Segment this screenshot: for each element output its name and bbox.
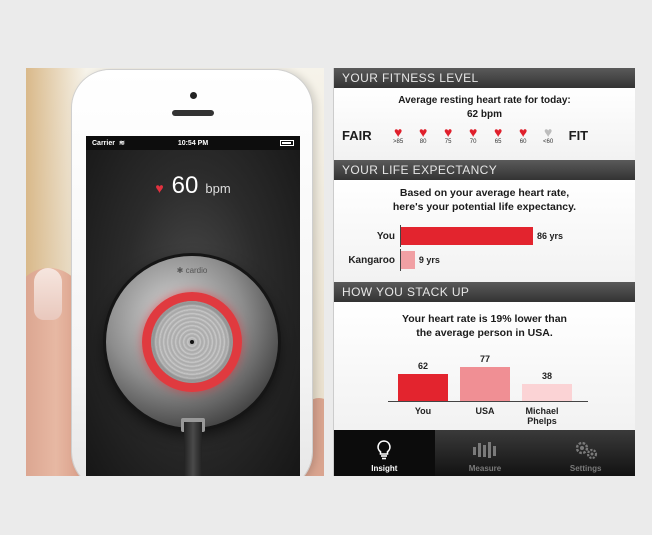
heart-scale-label: 60	[519, 139, 527, 145]
center-dot	[190, 340, 194, 344]
stack-bar-label: You	[414, 406, 432, 416]
tab-label: Settings	[569, 464, 602, 473]
life-bar-value: 9 yrs	[418, 255, 440, 265]
heart-icon: ♥	[155, 180, 164, 196]
fitness-line1: Average resting heart rate for today:	[398, 95, 571, 106]
heart-scale-label: <60	[543, 139, 554, 145]
heart-icon: ♥	[543, 124, 553, 140]
life-bar-track: 9 yrs	[400, 249, 600, 271]
fair-label: FAIR	[342, 127, 372, 143]
app-screen: YOUR FITNESS LEVEL Average resting heart…	[333, 68, 635, 476]
fitness-header: YOUR FITNESS LEVEL	[334, 68, 635, 88]
stack-bar	[460, 367, 510, 401]
life-bar-row: Kangaroo 9 yrs	[334, 248, 635, 272]
heart-scale-label: >85	[393, 139, 404, 145]
life-bar	[401, 227, 533, 245]
heart-scale-label: 70	[469, 139, 477, 145]
heart-scale-label: 65	[494, 139, 502, 145]
earpiece-speaker	[172, 110, 214, 116]
stethoscope-button[interactable]: ✱ cardio	[106, 256, 278, 428]
stack-line1: Your heart rate is 19% lower than	[402, 313, 567, 325]
life-bar-label: You	[376, 230, 395, 242]
life-line1: Based on your average heart rate,	[399, 187, 570, 199]
stack-bar-chart: 62 77 38	[388, 354, 588, 402]
heart-scale-item: ♥ 80	[411, 125, 436, 145]
thumb-nail	[34, 268, 62, 320]
heart-icon: ♥	[443, 124, 453, 140]
life-bar-chart: You 86 yrs Kangaroo 9 yrs	[334, 224, 635, 272]
heartbeat-icon	[470, 438, 500, 462]
heart-scale-item: ♥ 70	[461, 125, 486, 145]
stack-bar-value: 77	[479, 354, 490, 364]
phone-screen: Carrier ≋ 10:54 PM ♥ 60 bpm ✱ cardio	[86, 136, 300, 476]
heart-icon: ♥	[393, 124, 403, 140]
phone-photo: Carrier ≋ 10:54 PM ♥ 60 bpm ✱ cardio	[26, 68, 324, 476]
status-time: 10:54 PM	[177, 139, 209, 147]
stack-line2: the average person in USA.	[416, 327, 553, 339]
stethoscope-stem	[184, 422, 202, 476]
lightbulb-icon	[374, 438, 394, 462]
life-bar-row: You 86 yrs	[334, 224, 635, 248]
tab-insight[interactable]: Insight	[334, 430, 435, 476]
gear-icon	[573, 438, 599, 462]
heart-scale-item: ♥ 60	[511, 125, 536, 145]
stack-header: HOW YOU STACK UP	[334, 282, 635, 302]
heart-scale-item: ♥ 75	[436, 125, 461, 145]
heart-icon: ♥	[493, 124, 503, 140]
life-line2: here's your potential life expectancy.	[392, 201, 577, 213]
heart-scale-item: ♥ <60	[536, 125, 561, 145]
stack-section: Your heart rate is 19% lower than the av…	[334, 302, 635, 430]
wifi-icon: ≋	[118, 140, 125, 147]
life-bar-track: 86 yrs	[400, 225, 600, 247]
tab-label: Insight	[371, 464, 398, 473]
life-header: YOUR LIFE EXPECTANCY	[334, 160, 635, 180]
iphone: Carrier ≋ 10:54 PM ♥ 60 bpm ✱ cardio	[72, 70, 312, 476]
heart-icon: ♥	[468, 124, 478, 140]
tab-label: Measure	[468, 464, 502, 473]
heart-scale-item: ♥ >85	[386, 125, 411, 145]
front-camera	[190, 92, 197, 99]
stack-bar-value: 38	[541, 371, 552, 381]
brand-label: ✱ cardio	[176, 266, 208, 275]
life-bar-label: Kangaroo	[348, 254, 395, 266]
stack-bar	[398, 374, 448, 401]
heart-icon: ♥	[418, 124, 428, 140]
stack-bar	[522, 384, 572, 401]
tab-measure[interactable]: Measure	[435, 430, 536, 476]
stack-bar-value: 62	[417, 361, 428, 371]
life-bar	[401, 251, 415, 269]
life-section: Based on your average heart rate, here's…	[334, 180, 635, 282]
fit-label: FIT	[568, 127, 589, 143]
stack-bar-label: Michael Phelps	[525, 406, 559, 426]
tab-bar: Insight Measure Settings	[334, 430, 635, 476]
bpm-value: 60	[171, 172, 199, 199]
bpm-readout: ♥ 60 bpm	[86, 172, 300, 200]
heart-scale-item: ♥ 65	[486, 125, 511, 145]
fitness-scale: FAIR ♥ >85 ♥ 80 ♥ 75 ♥ 70 ♥ 65 ♥ 60 ♥ <60 FIT	[342, 125, 626, 145]
bpm-unit: bpm	[205, 181, 231, 196]
heart-scale: ♥ >85 ♥ 80 ♥ 75 ♥ 70 ♥ 65 ♥ 60 ♥ <60	[386, 125, 561, 145]
heart-icon: ♥	[518, 124, 528, 140]
heart-scale-label: 80	[419, 139, 427, 145]
carrier-label: Carrier ≋	[92, 140, 125, 147]
battery-icon	[279, 140, 294, 146]
status-bar: Carrier ≋ 10:54 PM	[86, 136, 300, 150]
life-bar-value: 86 yrs	[537, 231, 564, 241]
heart-scale-label: 75	[444, 139, 452, 145]
tab-settings[interactable]: Settings	[535, 430, 635, 476]
fitness-section: Average resting heart rate for today: 62…	[334, 88, 635, 160]
fitness-line2: 62 bpm	[466, 109, 502, 120]
stack-bar-label: USA	[475, 406, 495, 416]
